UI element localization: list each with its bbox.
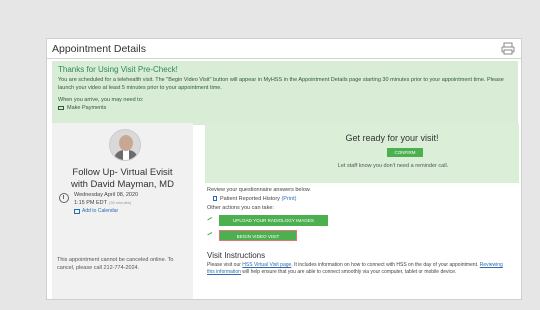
visit-actions: Review your questionnaire answers below.… — [205, 187, 519, 299]
confirm-button[interactable]: CONFIRM — [387, 148, 423, 157]
notice-arrive-label: When you arrive, you may need to: — [58, 97, 144, 103]
review-text: Review your questionnaire answers below. — [207, 187, 311, 193]
make-payments-item[interactable]: Make Payments — [58, 105, 106, 111]
other-actions-text: Other actions you can take: — [207, 205, 274, 211]
notice-body: You are scheduled for a telehealth visit… — [58, 77, 504, 91]
visit-summary-panel: Follow Up- Virtual Evisit with David May… — [52, 123, 193, 299]
calendar-icon — [74, 209, 80, 214]
printer-icon[interactable] — [501, 42, 515, 55]
get-ready-panel: Get ready for your visit! CONFIRM Let st… — [205, 123, 519, 183]
visit-date: Wednesday April 08, 2020 — [74, 192, 139, 198]
get-ready-title: Get ready for your visit! — [345, 133, 439, 143]
upload-arrow-icon — [207, 217, 214, 223]
cancel-note: This appointment cannot be canceled onli… — [57, 257, 174, 271]
patient-history-row: Patient Reported History (Print) — [207, 196, 296, 202]
card-title: Appointment Details — [52, 43, 146, 55]
notice-title: Thanks for Using Visit Pre-Check! — [58, 65, 178, 74]
visit-instructions-body: Please visit our HSS Virtual Visit page.… — [207, 262, 507, 276]
visit-time-value: 1:15 PM EDT — [74, 200, 108, 206]
visit-duration: (30 minutes) — [109, 200, 132, 205]
payment-icon — [58, 105, 64, 110]
visit-title: Follow Up- Virtual Evisit with David May… — [52, 167, 193, 191]
hss-virtual-visit-link[interactable]: HSS Virtual Visit page — [242, 262, 291, 268]
appointment-details-card: Appointment Details Thanks for Using Vis… — [46, 38, 522, 300]
print-history-link[interactable]: (Print) — [281, 196, 296, 202]
add-to-calendar-link[interactable]: Add to Calendar — [82, 208, 118, 214]
visit-time: 1:15 PM EDT (30 minutes) — [74, 200, 131, 206]
visit-title-line1: Follow Up- Virtual Evisit — [72, 167, 173, 178]
pre-check-notice: Thanks for Using Visit Pre-Check! You ar… — [52, 61, 518, 125]
visit-title-line2: with David Mayman, MD — [71, 179, 174, 190]
upload-radiology-button[interactable]: UPLOAD YOUR RADIOLOGY IMAGES — [219, 215, 328, 226]
document-icon — [213, 196, 217, 202]
clock-icon — [59, 193, 69, 203]
card-header: Appointment Details — [47, 39, 521, 59]
make-payments-label: Make Payments — [67, 105, 107, 111]
begin-video-visit-button[interactable]: BEGIN VIDEO VISIT — [219, 230, 297, 241]
reminder-note: Let staff know you don't need a reminder… — [337, 163, 449, 169]
instructions-text-2: . It includes information on how to conn… — [291, 262, 480, 268]
visit-instructions-title: Visit Instructions — [207, 251, 266, 260]
instructions-text-3: will help ensure that you are able to co… — [240, 269, 457, 275]
video-arrow-icon — [207, 232, 214, 238]
doctor-avatar — [109, 129, 141, 161]
instructions-text-1: Please visit our — [207, 262, 243, 268]
patient-history-link[interactable]: Patient Reported History — [220, 196, 280, 202]
